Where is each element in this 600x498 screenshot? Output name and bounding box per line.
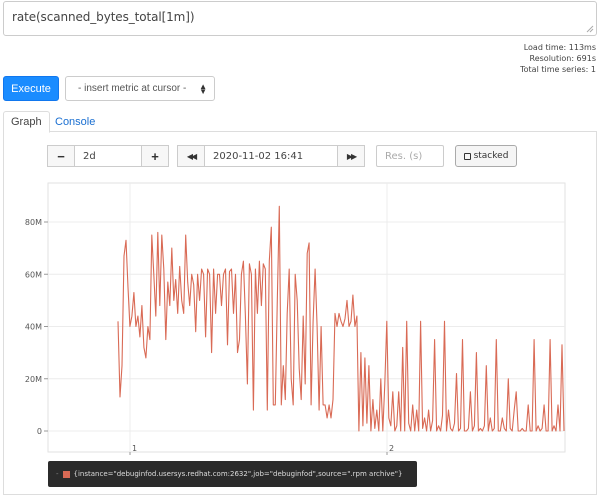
- graph-chart: 0 20M 40M 60M 80M 1 2: [25, 182, 566, 455]
- y-tick-label: 0: [37, 427, 42, 436]
- y-tick-label: 60M: [25, 270, 42, 279]
- legend-dash: -: [56, 470, 59, 478]
- legend-series-label: {instance="debuginfod.usersys.redhat.com…: [73, 470, 403, 478]
- legend-swatch: [62, 470, 70, 478]
- x-tick-label: 1: [132, 444, 137, 453]
- legend: - {instance="debuginfod.usersys.redhat.c…: [48, 461, 417, 487]
- y-tick-label: 80M: [25, 218, 42, 227]
- y-tick-label: 20M: [25, 375, 42, 384]
- x-tick-label: 2: [389, 444, 394, 453]
- y-tick-label: 40M: [25, 323, 42, 332]
